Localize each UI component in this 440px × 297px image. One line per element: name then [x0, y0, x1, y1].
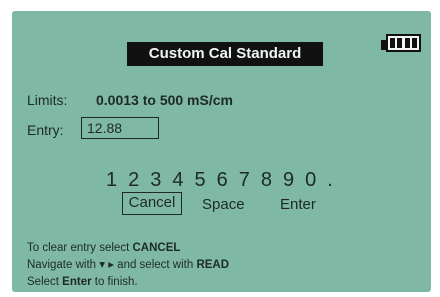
help-clear-prefix: To clear entry select: [27, 242, 133, 254]
limits-label: Limits:: [27, 92, 68, 108]
key-4[interactable]: 4: [172, 169, 183, 192]
battery-bar: [404, 38, 410, 48]
help-cancel-key: CANCEL: [132, 242, 181, 254]
battery-full-icon: [381, 34, 425, 56]
battery-bar: [397, 38, 403, 48]
help-line-navigate: Navigate with ▾ ▸ and select with READ: [27, 257, 229, 274]
key-7[interactable]: 7: [239, 169, 250, 192]
entry-label: Entry:: [27, 122, 64, 138]
help-read-key: READ: [196, 259, 230, 271]
cancel-button[interactable]: Cancel: [122, 192, 182, 215]
key-1[interactable]: 1: [106, 169, 117, 192]
limits-value: 0.0013 to 500 mS/cm: [96, 92, 233, 108]
key-6[interactable]: 6: [217, 169, 228, 192]
key-0[interactable]: 0: [305, 169, 316, 192]
key-8[interactable]: 8: [261, 169, 272, 192]
keypad: 1 2 3 4 5 6 7 8 9 0 .: [106, 169, 333, 192]
entry-field[interactable]: 12.88: [81, 117, 159, 139]
help-text: To clear entry select CANCEL Navigate wi…: [27, 240, 229, 291]
help-navigate-prefix: Navigate with: [27, 259, 100, 271]
battery-body: [386, 34, 421, 52]
key-decimal[interactable]: .: [327, 169, 333, 192]
key-3[interactable]: 3: [150, 169, 161, 192]
battery-bar: [411, 38, 417, 48]
space-button[interactable]: Space: [202, 196, 245, 213]
key-5[interactable]: 5: [195, 169, 206, 192]
help-navigate-middle: and select with: [113, 259, 197, 271]
help-enter-key: Enter: [62, 276, 92, 288]
navigation-arrows-icon: ▾ ▸: [99, 259, 114, 271]
screen-title: Custom Cal Standard: [127, 42, 323, 66]
calibration-screen: Custom Cal Standard Limits: 0.0013 to 50…: [12, 11, 431, 292]
help-finish-prefix: Select: [27, 276, 63, 288]
enter-button[interactable]: Enter: [280, 196, 316, 213]
help-line-finish: Select Enter to finish.: [27, 274, 229, 291]
battery-bar: [390, 38, 395, 48]
help-line-clear: To clear entry select CANCEL: [27, 240, 229, 257]
key-2[interactable]: 2: [128, 169, 139, 192]
key-9[interactable]: 9: [283, 169, 294, 192]
help-finish-suffix: to finish.: [91, 276, 138, 288]
